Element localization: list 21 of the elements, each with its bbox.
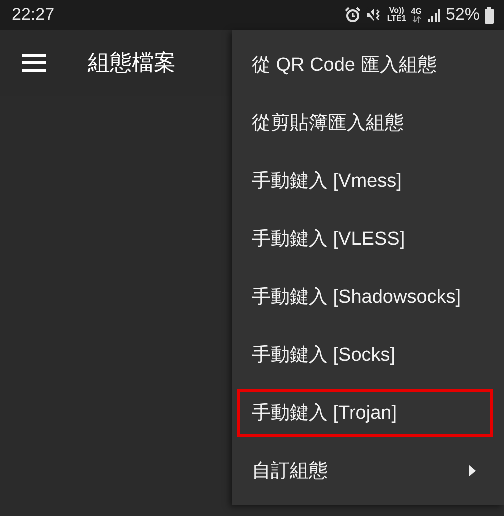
lte-label: LTE1 — [387, 15, 406, 23]
menu-item[interactable]: 從 QR Code 匯入組態 — [232, 36, 504, 94]
menu-item[interactable]: 手動鍵入 [Shadowsocks] — [232, 268, 504, 326]
status-time: 22:27 — [12, 5, 56, 25]
network-label: 4G — [411, 8, 422, 16]
data-arrows-icon — [412, 16, 422, 22]
submenu-arrow-icon — [469, 465, 476, 477]
app-title: 組態檔案 — [88, 49, 176, 77]
vibrate-mute-icon — [366, 7, 382, 23]
menu-item[interactable]: 手動鍵入 [VLESS] — [232, 210, 504, 268]
menu-item[interactable]: 從剪貼簿匯入組態 — [232, 94, 504, 152]
battery-icon — [485, 6, 494, 24]
menu-item[interactable]: 手動鍵入 [Trojan] — [232, 384, 498, 442]
menu-item[interactable]: 手動鍵入 [Socks] — [232, 326, 504, 384]
alarm-icon — [345, 7, 362, 23]
signal-icon — [426, 8, 441, 22]
menu-icon[interactable] — [22, 54, 46, 72]
menu-item[interactable]: 手動鍵入 [Vmess] — [232, 152, 504, 210]
volte-label: Vo)) — [389, 7, 404, 15]
menu-item[interactable]: 自訂組態 — [232, 442, 504, 500]
battery-percent: 52% — [446, 5, 480, 25]
